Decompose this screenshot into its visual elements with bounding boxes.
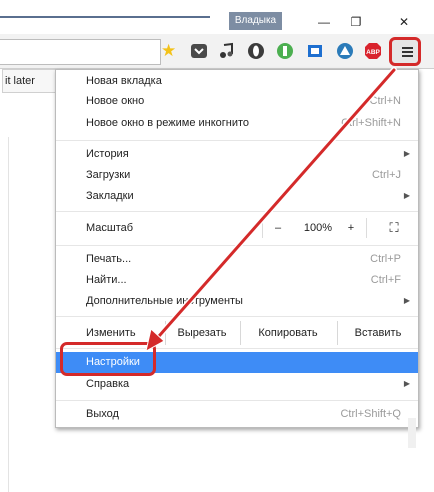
tab-strip xyxy=(0,16,210,18)
title-bar: Владыка — ❐ ✕ xyxy=(0,0,434,34)
hamburger-icon xyxy=(402,47,413,49)
scrollbar[interactable] xyxy=(408,418,416,448)
extension-music-icon[interactable] xyxy=(218,42,236,60)
chrome-menu-button[interactable] xyxy=(389,37,421,66)
extension-green-icon[interactable] xyxy=(276,42,294,60)
minimize-button[interactable]: — xyxy=(314,14,334,30)
menu-item-downloads[interactable]: Загрузки Ctrl+J xyxy=(56,165,418,185)
pocket-icon[interactable] xyxy=(190,42,208,60)
submenu-arrow-icon: ▶ xyxy=(403,379,410,388)
menu-item-bookmarks[interactable]: Закладки ▶ xyxy=(56,186,418,206)
shortcut-label: Ctrl+F xyxy=(370,274,401,286)
menu-separator xyxy=(56,211,418,212)
bookmark-star-icon[interactable]: ★ xyxy=(161,42,176,60)
menu-item-history[interactable]: История ▶ xyxy=(56,144,418,164)
svg-text:ABP: ABP xyxy=(366,49,380,56)
fullscreen-icon[interactable]: ⛶ xyxy=(378,218,410,238)
zoom-in-button[interactable]: + xyxy=(338,218,364,238)
menu-separator xyxy=(56,245,418,246)
zoom-row: Масштаб – 100% + ⛶ xyxy=(56,216,418,240)
shortcut-label: Ctrl+P xyxy=(370,253,401,265)
menu-separator xyxy=(56,400,418,401)
address-bar[interactable] xyxy=(0,39,161,65)
zoom-out-button[interactable]: – xyxy=(263,218,293,238)
shortcut-label: Ctrl+Shift+Q xyxy=(340,408,401,420)
menu-item-exit[interactable]: Выход Ctrl+Shift+Q xyxy=(56,404,418,424)
extension-blue-icon[interactable] xyxy=(306,42,324,60)
zoom-label: Масштаб xyxy=(86,222,134,234)
settings-highlight-annotation xyxy=(60,342,156,376)
submenu-arrow-icon: ▶ xyxy=(403,149,410,158)
zoom-value: 100% xyxy=(303,222,333,234)
menu-item-find[interactable]: Найти... Ctrl+F xyxy=(56,270,418,290)
submenu-arrow-icon: ▶ xyxy=(403,191,410,200)
menu-separator xyxy=(56,316,418,317)
restore-button[interactable]: ❐ xyxy=(346,14,366,30)
paste-button[interactable]: Вставить xyxy=(338,321,418,345)
menu-item-new-tab[interactable]: Новая вкладка xyxy=(56,71,418,91)
menu-item-print[interactable]: Печать... Ctrl+P xyxy=(56,249,418,269)
shortcut-label: Ctrl+N xyxy=(369,95,401,107)
menu-separator xyxy=(56,140,418,141)
extension-shield-icon[interactable] xyxy=(247,42,265,60)
profile-badge[interactable]: Владыка xyxy=(229,12,282,30)
menu-item-help[interactable]: Справка ▶ xyxy=(56,374,418,394)
adblock-icon[interactable]: ABP xyxy=(364,42,382,60)
shortcut-label: Ctrl+Shift+N xyxy=(341,117,401,129)
extension-triangle-icon[interactable] xyxy=(336,42,354,60)
shortcut-label: Ctrl+J xyxy=(371,169,401,181)
page-divider xyxy=(8,137,9,492)
menu-item-incognito[interactable]: Новое окно в режиме инкогнито Ctrl+Shift… xyxy=(56,113,418,133)
close-button[interactable]: ✕ xyxy=(394,14,414,30)
submenu-arrow-icon: ▶ xyxy=(403,296,410,305)
menu-item-more-tools[interactable]: Дополнительные инструменты ▶ xyxy=(56,291,418,311)
partial-page-button[interactable]: it later xyxy=(2,69,56,93)
copy-button[interactable]: Копировать xyxy=(241,321,335,345)
menu-item-new-window[interactable]: Новое окно Ctrl+N xyxy=(56,91,418,111)
cut-button[interactable]: Вырезать xyxy=(166,321,238,345)
